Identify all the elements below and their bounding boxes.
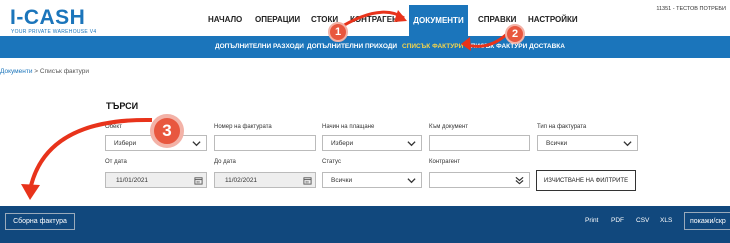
step-badge-2: 2 <box>505 24 525 44</box>
step-badge-3: 3 <box>150 114 184 148</box>
annotation-arrows <box>21 10 510 200</box>
step-badge-1: 1 <box>328 22 348 42</box>
